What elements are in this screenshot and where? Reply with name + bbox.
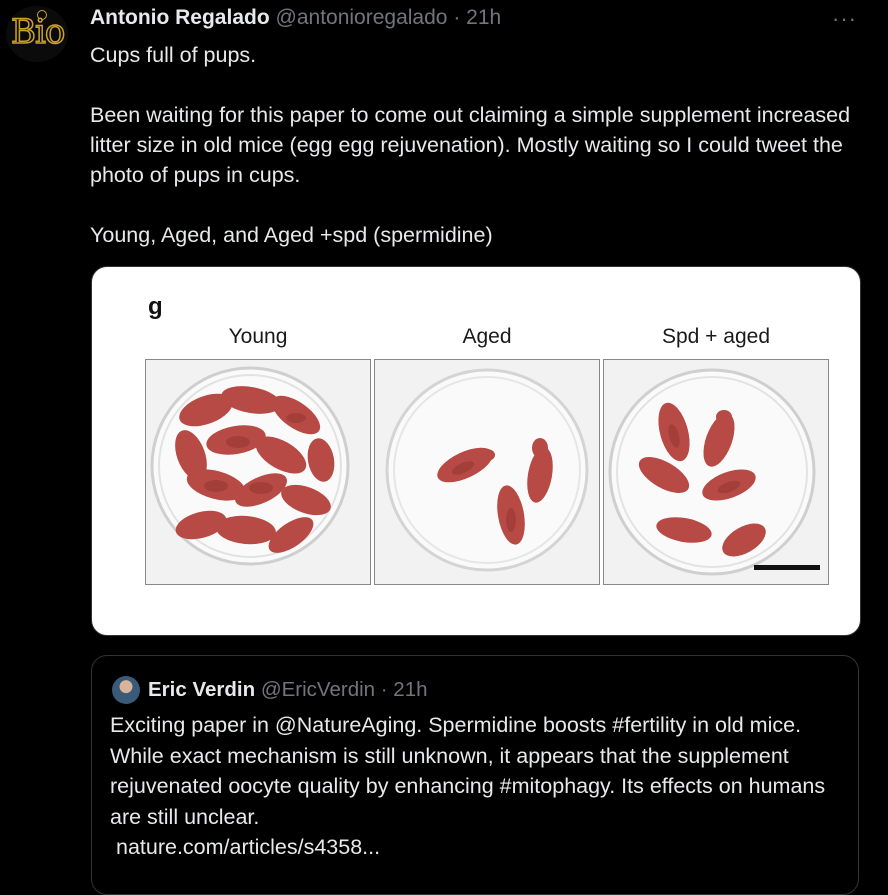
- quoted-tweet-text: Exciting paper in @NatureAging. Spermidi…: [110, 710, 850, 863]
- tweet-line: Been waiting for this paper to come out …: [90, 103, 851, 187]
- quoted-author-handle[interactable]: @EricVerdin: [261, 678, 375, 702]
- tweet-media-image[interactable]: g Young Aged Spd + aged: [91, 266, 861, 636]
- more-horizontal-icon[interactable]: ···: [832, 6, 857, 32]
- tweet-header: Antonio Regalado @antonioregalado · 21h: [90, 6, 501, 30]
- quoted-tweet-body: Exciting paper in @NatureAging. Spermidi…: [110, 713, 826, 829]
- panel-label-aged: Aged: [462, 325, 512, 348]
- tweet-line: Cups full of pups.: [90, 43, 257, 67]
- avatar-logo: Bio: [10, 11, 66, 53]
- panel-label-young: Young: [228, 325, 288, 348]
- header-separator: ·: [453, 6, 461, 29]
- quoted-tweet-link[interactable]: nature.com/articles/s4358...: [110, 832, 850, 863]
- tweet-timestamp[interactable]: 21h: [466, 6, 501, 29]
- author-avatar[interactable]: Bio: [6, 6, 68, 62]
- figure-panel-letter: g: [148, 293, 163, 320]
- tweet-line: Young, Aged, and Aged +spd (spermidine): [90, 223, 493, 247]
- quoted-header-separator: ·: [380, 678, 388, 701]
- author-name[interactable]: Antonio Regalado: [90, 6, 270, 29]
- dish-photo-aged: [374, 359, 600, 585]
- quoted-author-avatar[interactable]: [112, 676, 140, 704]
- quoted-tweet-timestamp[interactable]: 21h: [393, 678, 427, 702]
- quoted-author-name[interactable]: Eric Verdin: [148, 678, 255, 702]
- dish-photo-young: [145, 359, 371, 585]
- tweet-text: Cups full of pups. Been waiting for this…: [90, 40, 860, 250]
- quoted-tweet-card[interactable]: Eric Verdin @EricVerdin · 21h Exciting p…: [91, 655, 859, 895]
- quoted-tweet-header: Eric Verdin @EricVerdin · 21h: [112, 676, 428, 704]
- panel-label-spd-aged: Spd + aged: [661, 325, 770, 348]
- author-handle[interactable]: @antonioregalado: [276, 6, 448, 29]
- dish-photo-spd-aged: [603, 359, 829, 585]
